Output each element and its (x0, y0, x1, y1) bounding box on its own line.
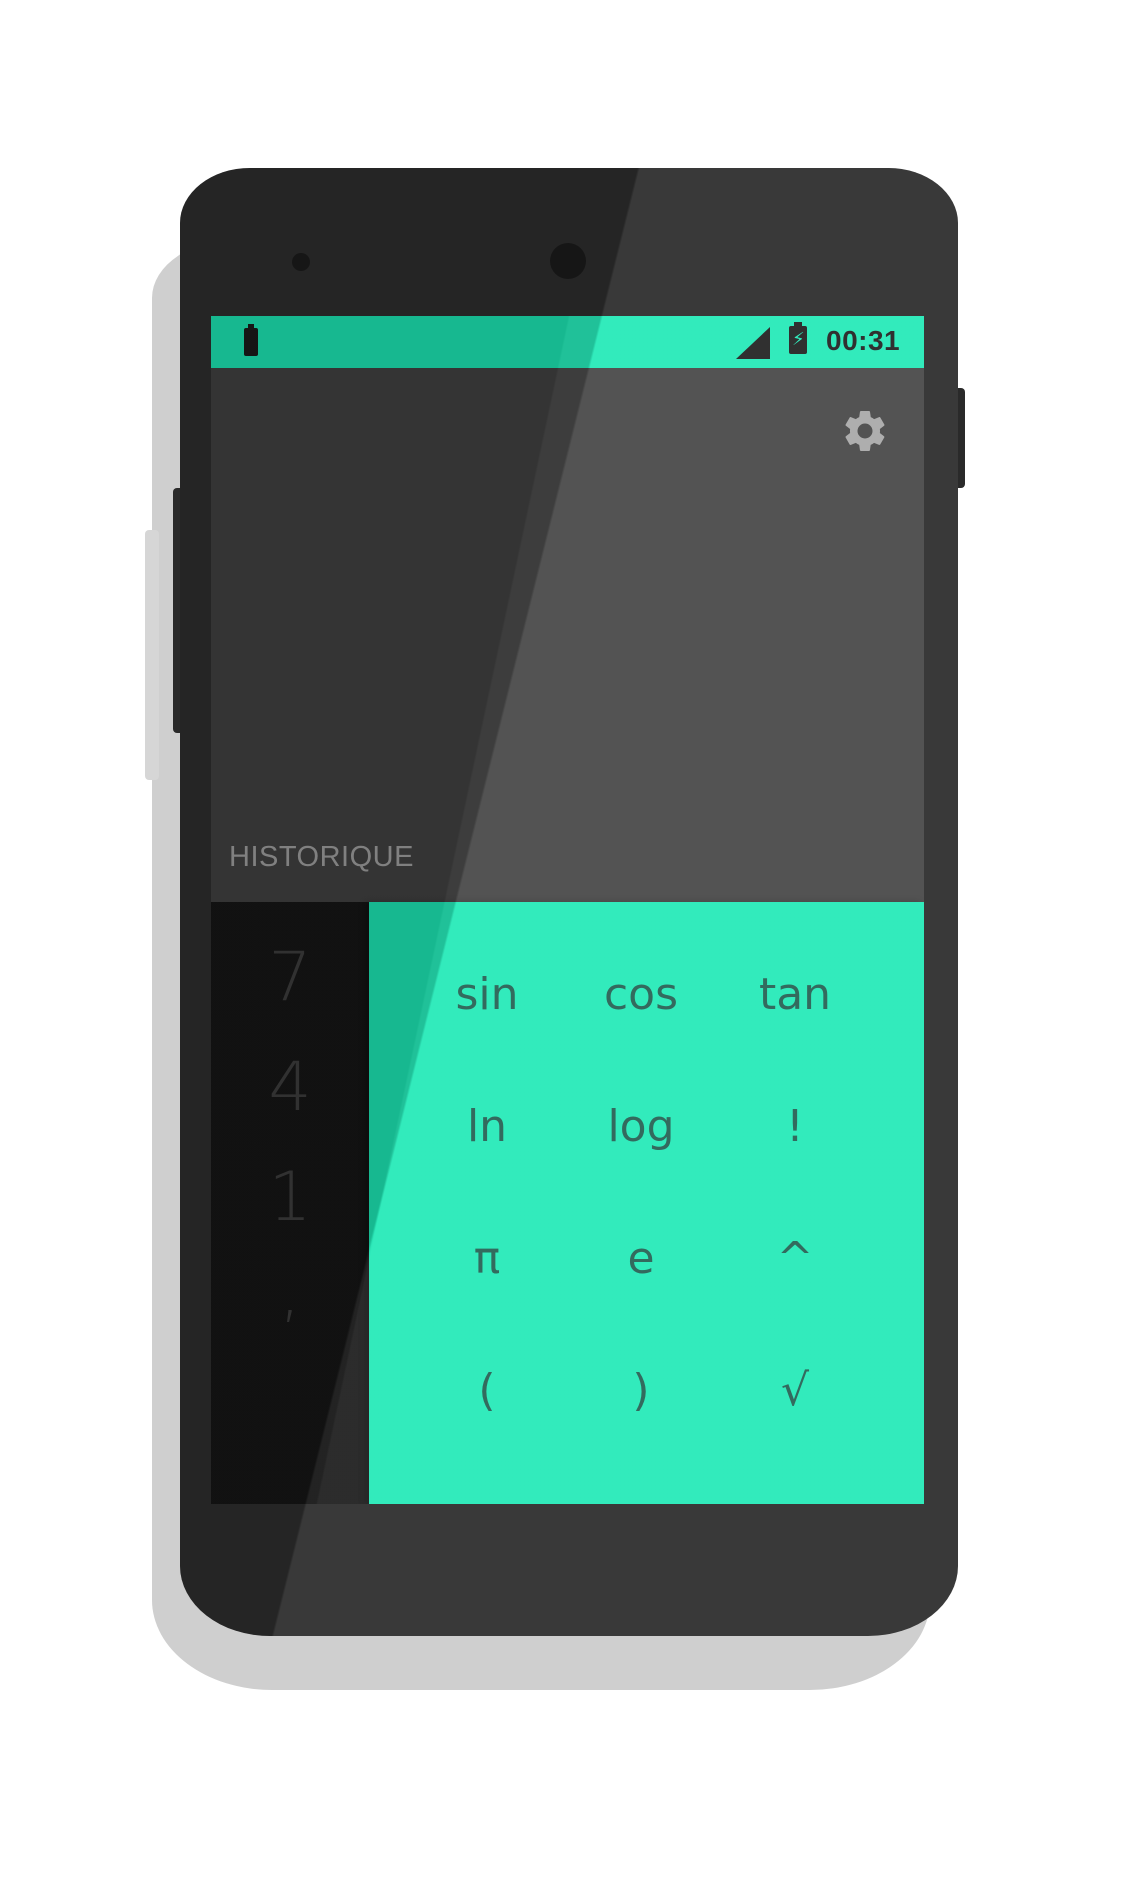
key-factorial[interactable]: ! (720, 1072, 870, 1182)
screen: ⚡ 00:31 HISTORIQUE 7 4 1 , sin cos tan l… (211, 316, 924, 1504)
key-ln[interactable]: ln (412, 1072, 562, 1182)
numpad-panel: 7 4 1 , (211, 902, 369, 1504)
key-tan[interactable]: tan (720, 940, 870, 1050)
advanced-functions-panel[interactable]: sin cos tan ln log ! π e ^ ( ) √ (369, 902, 924, 1504)
status-bar: ⚡ 00:31 (211, 316, 924, 368)
phone-body: ⚡ 00:31 HISTORIQUE 7 4 1 , sin cos tan l… (180, 168, 958, 1636)
charging-bolt-icon: ⚡ (792, 329, 805, 349)
key-close-paren[interactable]: ) (566, 1336, 716, 1446)
battery-charging-icon: ⚡ (789, 322, 807, 354)
device-mockup: ⚡ 00:31 HISTORIQUE 7 4 1 , sin cos tan l… (0, 0, 1137, 1895)
key-decimal-comma[interactable]: , (211, 1252, 369, 1384)
key-sin[interactable]: sin (412, 940, 562, 1050)
key-pi[interactable]: π (412, 1204, 562, 1314)
key-log[interactable]: log (566, 1072, 716, 1182)
key-open-paren[interactable]: ( (412, 1336, 562, 1446)
key-power[interactable]: ^ (720, 1204, 870, 1314)
front-camera (550, 243, 586, 279)
speaker (292, 253, 310, 271)
history-label[interactable]: HISTORIQUE (229, 841, 414, 874)
key-sqrt[interactable]: √ (720, 1336, 870, 1446)
device-shadow-edge (145, 530, 159, 780)
key-cos[interactable]: cos (566, 940, 716, 1050)
key-e[interactable]: e (566, 1204, 716, 1314)
gear-icon[interactable] (840, 406, 890, 456)
status-time: 00:31 (826, 325, 901, 356)
signal-icon (736, 327, 770, 359)
calculator-display: HISTORIQUE (211, 368, 924, 902)
battery-icon (244, 324, 258, 356)
